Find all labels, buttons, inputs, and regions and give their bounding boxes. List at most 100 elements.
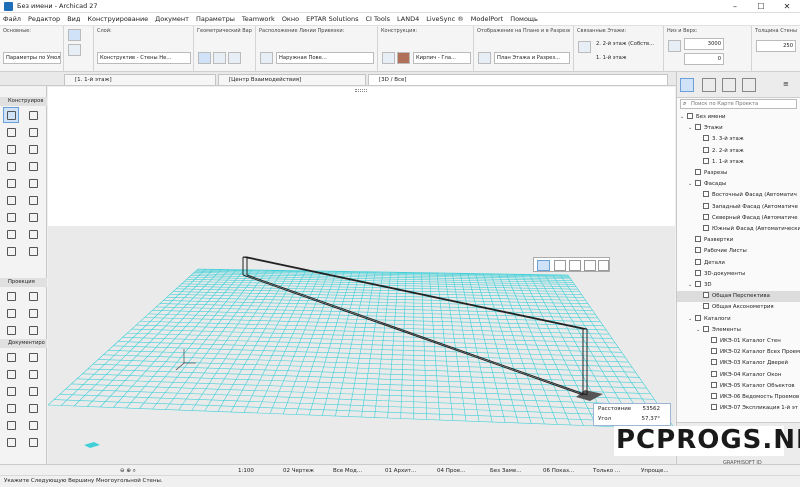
label-tool-icon[interactable] <box>26 367 40 381</box>
tree-item[interactable]: ⌄ Каталоги <box>677 314 800 325</box>
layout-book-icon[interactable] <box>722 78 736 92</box>
menu-teamwork[interactable]: Teamwork <box>242 15 275 23</box>
tab-collaboration[interactable]: [Центр Взаимодействия] <box>218 74 366 85</box>
expand-chevron-icon[interactable]: ⌄ <box>688 280 695 291</box>
toolbox-viewpoint-header[interactable]: Проекция <box>0 278 47 287</box>
shell-tool-icon[interactable] <box>26 142 40 156</box>
wall-tool-active-icon[interactable] <box>68 29 81 41</box>
lamp-tool-icon[interactable] <box>4 244 18 258</box>
tree-item[interactable]: 3. 3-й этаж <box>677 134 800 145</box>
tree-item[interactable]: ИКЭ-03 Каталог Дверей <box>677 358 800 369</box>
polyline-tool-icon[interactable] <box>26 401 40 415</box>
menu-design[interactable]: Конструирование <box>87 15 148 23</box>
column-tool-icon[interactable] <box>26 108 40 122</box>
elevation-tool-icon[interactable] <box>26 289 40 303</box>
section-tool-icon[interactable] <box>4 289 18 303</box>
geometry-trapezoid-icon[interactable] <box>228 52 241 64</box>
menu-file[interactable]: Файл <box>3 15 21 23</box>
tree-item[interactable]: ИКЭ-07 Экспликация 1-й эт <box>677 403 800 414</box>
expand-chevron-icon[interactable]: ⌄ <box>680 112 687 123</box>
drawing-tool-icon[interactable] <box>4 418 18 432</box>
tree-item[interactable]: ИКЭ-02 Каталог Всех Проем <box>677 347 800 358</box>
figure-tool-icon[interactable] <box>26 418 40 432</box>
linked-stories-icon[interactable] <box>578 41 591 53</box>
morph-tool-icon[interactable] <box>4 210 18 224</box>
tree-item[interactable]: Северный Фасад (Автоматиче <box>677 213 800 224</box>
menu-livesync[interactable]: LiveSync ® <box>426 15 464 23</box>
geometry-straight-icon[interactable] <box>198 52 211 64</box>
navigator-menu-icon[interactable]: ≡ <box>783 80 795 90</box>
simplify-dropdown[interactable]: Упроще... <box>641 467 674 476</box>
mesh-tool-icon[interactable] <box>26 227 40 241</box>
override-dropdown[interactable]: Без Заме... <box>490 467 530 476</box>
tree-item[interactable]: 1. 1-й этаж <box>677 157 800 168</box>
menu-view[interactable]: Вид <box>67 15 80 23</box>
zone-tool-icon[interactable] <box>4 227 18 241</box>
roof-tool-icon[interactable] <box>4 142 18 156</box>
level-dimension-tool-icon[interactable] <box>26 350 40 364</box>
structure-basic-icon[interactable] <box>382 52 395 64</box>
story-bottom-value[interactable]: 1. 1-й этаж <box>594 53 660 65</box>
tree-item[interactable]: Общая Аксонометрия <box>677 302 800 313</box>
pen-set-dropdown[interactable]: 01 Архит... <box>385 467 425 476</box>
fill-tool-icon[interactable] <box>4 384 18 398</box>
tree-item[interactable]: ⌄ 3D <box>677 280 800 291</box>
menu-help[interactable]: Помощь <box>510 15 538 23</box>
story-top-value[interactable]: 2. 2-й этаж (Собств... <box>594 39 660 51</box>
tree-item[interactable]: Детали <box>677 258 800 269</box>
tree-item[interactable]: ИКЭ-06 Ведомость Проемов <box>677 392 800 403</box>
brick-fill-icon[interactable] <box>397 52 410 64</box>
toolbox-document-header[interactable]: Документиро <box>0 339 47 348</box>
worksheet-tool-icon[interactable] <box>26 306 40 320</box>
opening-tool-icon[interactable] <box>26 244 40 258</box>
menu-document[interactable]: Документ <box>155 15 189 23</box>
tab-3d[interactable]: [3D / Все] <box>368 74 668 85</box>
menu-edit[interactable]: Редактор <box>28 15 60 23</box>
tree-item[interactable]: Рабочие Листы <box>677 246 800 257</box>
wall-tool-icon[interactable] <box>3 107 19 123</box>
tree-item[interactable]: Развертки <box>677 235 800 246</box>
object-tool-icon[interactable] <box>26 210 40 224</box>
display-dropdown[interactable]: План Этажа и Разрез... <box>494 52 570 64</box>
model-view-dropdown[interactable]: Все Мод... <box>333 467 373 476</box>
minimize-button[interactable]: – <box>722 2 748 11</box>
slab-tool-icon[interactable] <box>26 125 40 139</box>
window-tool-icon[interactable] <box>4 193 18 207</box>
tree-item[interactable]: 3D-документы <box>677 269 800 280</box>
interior-elevation-tool-icon[interactable] <box>4 306 18 320</box>
structure-dropdown[interactable]: Кирпич - Гла... <box>413 52 471 64</box>
tree-item[interactable]: ИКЭ-04 Каталог Окон <box>677 370 800 381</box>
menu-modelport[interactable]: ModelPort <box>471 15 503 23</box>
menu-citools[interactable]: CI Tools <box>365 15 390 23</box>
tree-item[interactable]: Общая Перспектива <box>677 291 800 302</box>
expand-chevron-icon[interactable]: ⌄ <box>696 325 703 336</box>
arc-center-icon[interactable] <box>554 260 566 271</box>
text-tool-icon[interactable] <box>4 367 18 381</box>
tree-item[interactable]: ИКЭ-01 Каталог Стен <box>677 336 800 347</box>
expand-chevron-icon[interactable]: ⌄ <box>688 123 695 134</box>
menu-eptar[interactable]: EPTAR Solutions <box>306 15 358 23</box>
chain-icon[interactable] <box>68 44 81 56</box>
navigator-search-input[interactable] <box>691 100 795 108</box>
refline-dropdown[interactable]: Наружная Пове... <box>276 52 374 64</box>
structural-dropdown[interactable]: Только ... <box>593 467 629 476</box>
tree-item[interactable]: Южный Фасад (Автоматически <box>677 224 800 235</box>
maximize-button[interactable]: ☐ <box>748 2 774 11</box>
viewport-drag-handle[interactable] <box>355 89 367 92</box>
toolbox-design-header[interactable]: Конструиров <box>0 97 47 106</box>
skylight-tool-icon[interactable] <box>26 193 40 207</box>
tree-item[interactable]: Восточный Фасад (Автоматич <box>677 190 800 201</box>
line-tool-icon[interactable] <box>26 384 40 398</box>
3d-viewport[interactable] <box>48 87 675 464</box>
expand-chevron-icon[interactable]: ⌄ <box>688 179 695 190</box>
door-tool-icon[interactable] <box>26 176 40 190</box>
menu-options[interactable]: Параметры <box>196 15 235 23</box>
tab-floor-plan[interactable]: [1. 1-й этаж] <box>64 74 216 85</box>
tree-item[interactable]: ⌄ Фасады <box>677 179 800 190</box>
tree-item[interactable]: ⌄ Этажи <box>677 123 800 134</box>
zoom-controls[interactable]: ⊖ ⊕ ⌕ <box>120 467 150 476</box>
detail-tool-icon[interactable] <box>4 323 18 337</box>
wall-height-icon[interactable] <box>668 40 681 52</box>
floor-plan-display-icon[interactable] <box>478 52 491 64</box>
stair-tool-icon[interactable] <box>4 159 18 173</box>
